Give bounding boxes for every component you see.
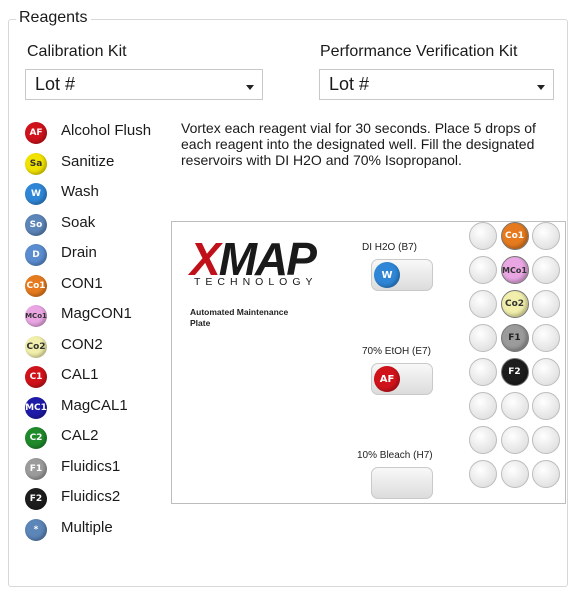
plate-well <box>469 324 497 352</box>
legend-label: CAL2 <box>61 427 99 444</box>
plate-well <box>532 324 560 352</box>
reagents-title: Reagents <box>16 9 91 27</box>
reagent-badge-icon: Co2 <box>25 335 47 358</box>
reservoir <box>371 467 433 499</box>
plate-well <box>532 392 560 420</box>
plate-well: Co1 <box>500 222 529 250</box>
reagent-badge-icon: F2 <box>25 488 47 510</box>
reservoir-label: 10% Bleach (H7) <box>357 450 433 461</box>
reagent-badge-icon: Co1 <box>25 274 47 297</box>
legend-label: Alcohol Flush <box>61 122 152 139</box>
plate-well: Co2 <box>500 290 529 318</box>
verification-lot-value: Lot # <box>329 74 370 94</box>
reservoir: AF <box>371 363 433 395</box>
reagent-badge-icon: So <box>25 213 47 236</box>
reagent-badge-icon: C1 <box>25 366 47 388</box>
maintenance-plate: XMAP TECHNOLOGY Automated Maintenance Pl… <box>171 221 566 504</box>
plate-caption: Automated Maintenance Plate <box>190 307 289 328</box>
reagent-badge-icon: * <box>25 518 47 541</box>
plate-well: MCo1 <box>500 256 529 284</box>
legend-label: CAL1 <box>61 366 99 383</box>
chevron-down-icon[interactable] <box>246 85 254 90</box>
legend-label: Drain <box>61 244 97 261</box>
plate-well <box>469 460 497 488</box>
plate-well <box>500 460 529 488</box>
plate-well <box>500 426 529 454</box>
plate-well <box>469 358 497 386</box>
legend-label: Soak <box>61 213 96 231</box>
plate-well: F1 <box>500 324 529 352</box>
legend-label: Fluidics1 <box>61 457 121 475</box>
plate-well <box>532 290 560 318</box>
plate-well <box>532 426 560 454</box>
reagent-badge-icon: D <box>25 244 47 266</box>
legend-item: W Wash <box>25 179 205 205</box>
legend-item: * Multiple <box>25 515 205 541</box>
calibration-lot-select[interactable]: Lot # <box>25 69 263 100</box>
reagent-badge-icon: Sa <box>25 152 47 175</box>
reagent-badge-icon: F1 <box>25 457 47 480</box>
plate-well <box>500 392 529 420</box>
reservoir-label: DI H2O (B7) <box>362 242 418 253</box>
plate-well <box>469 222 497 250</box>
reagent-badge-icon: MCo1 <box>25 305 47 327</box>
calibration-kit-label: Calibration Kit <box>27 43 127 60</box>
legend-label: Multiple <box>61 518 113 536</box>
plate-well <box>532 460 560 488</box>
reservoir: W <box>371 259 433 291</box>
instructions-text: Vortex each reagent vial for 30 seconds.… <box>181 120 536 168</box>
legend-label: CON1 <box>61 274 103 292</box>
plate-well <box>469 392 497 420</box>
legend-label: Sanitize <box>61 152 115 170</box>
reservoir-badge-icon: W <box>374 262 400 288</box>
legend-label: Fluidics2 <box>61 488 121 505</box>
reagent-badge-icon: AF <box>25 122 47 144</box>
reagent-badge-icon: MC1 <box>25 396 47 419</box>
plate-well <box>532 222 560 250</box>
plate-well <box>532 256 560 284</box>
plate-well <box>469 426 497 454</box>
legend-label: MagCAL1 <box>61 396 128 414</box>
plate-well: F2 <box>500 358 529 386</box>
verification-lot-select[interactable]: Lot # <box>319 69 554 100</box>
legend-label: MagCON1 <box>61 305 132 322</box>
legend-item: Sa Sanitize <box>25 149 205 175</box>
verification-kit-label: Performance Verification Kit <box>320 43 518 60</box>
plate-well <box>532 358 560 386</box>
legend-label: Wash <box>61 183 99 200</box>
logo-technology: TECHNOLOGY <box>194 276 318 288</box>
legend-label: CON2 <box>61 335 103 353</box>
reservoir-label: 70% EtOH (E7) <box>362 346 431 357</box>
reagent-badge-icon: C2 <box>25 427 47 449</box>
plate-well <box>469 256 497 284</box>
legend-item: AF Alcohol Flush <box>25 118 205 144</box>
reagent-badge-icon: W <box>25 183 47 205</box>
chevron-down-icon[interactable] <box>537 85 545 90</box>
plate-well <box>469 290 497 318</box>
calibration-lot-value: Lot # <box>35 74 76 94</box>
reservoir-badge-icon: AF <box>374 366 400 392</box>
